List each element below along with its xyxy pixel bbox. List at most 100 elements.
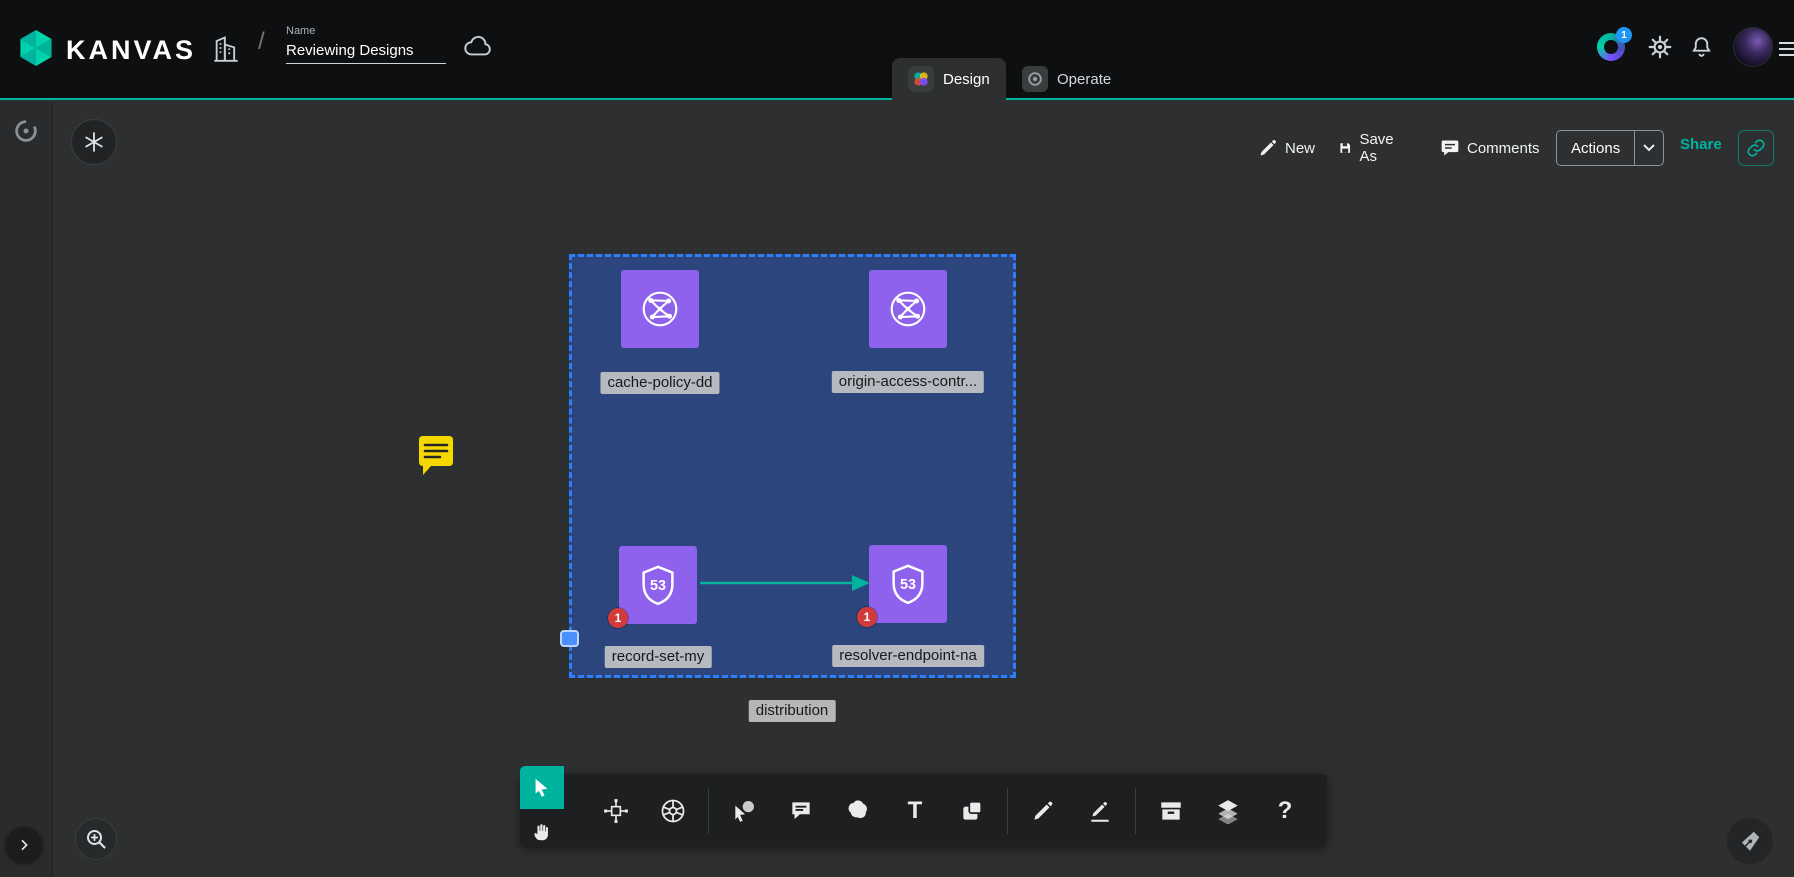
design-name-input[interactable] — [286, 40, 446, 64]
selection-handle[interactable] — [560, 630, 579, 647]
notification-count-badge: 1 — [1616, 27, 1632, 43]
share-button[interactable]: Share — [1680, 136, 1722, 153]
kanvas-logo-icon — [16, 28, 56, 73]
cloud-sync-icon[interactable] — [462, 34, 494, 63]
link-icon — [1746, 138, 1766, 158]
canvas-comment-marker[interactable] — [415, 434, 457, 485]
canvas-options-button[interactable] — [71, 119, 117, 165]
route53-shield-icon: 53 — [885, 561, 931, 607]
tab-operate[interactable]: Operate — [1006, 58, 1127, 100]
comment-icon — [788, 798, 814, 824]
comment-icon — [1440, 138, 1460, 158]
toolbar-divider — [708, 788, 709, 834]
brand-logo[interactable]: KANVAS — [16, 28, 196, 73]
hamburger-menu-icon[interactable] — [1779, 38, 1794, 60]
chevron-down-icon[interactable] — [1635, 131, 1663, 165]
layers-icon — [1215, 798, 1241, 824]
floppy-icon — [1338, 138, 1352, 158]
comment-tool-button[interactable] — [779, 789, 823, 833]
operate-tab-label: Operate — [1057, 71, 1111, 88]
error-badge-record-set[interactable]: 1 — [608, 608, 628, 628]
connection-arrow[interactable] — [697, 570, 877, 596]
chevron-right-icon — [16, 837, 32, 853]
bottom-toolbar: T — [520, 766, 1330, 854]
pencil-icon — [1030, 798, 1056, 824]
design-tab-label: Design — [943, 71, 990, 88]
extensions-wheel-button[interactable]: 1 — [1597, 33, 1625, 61]
tab-design[interactable]: Design — [892, 58, 1006, 100]
bell-icon — [1689, 34, 1714, 59]
archive-tool-button[interactable] — [1149, 789, 1193, 833]
node-label-cache-policy: cache-policy-dd — [600, 372, 719, 394]
group-label-distribution: distribution — [749, 700, 836, 722]
node-cache-policy[interactable] — [621, 270, 699, 348]
brand-name: KANVAS — [66, 35, 196, 66]
select-tool-button[interactable] — [520, 766, 564, 809]
edit-tool-button[interactable] — [1078, 789, 1122, 833]
node-label-record-set: record-set-my — [605, 646, 712, 668]
user-avatar[interactable] — [1733, 27, 1773, 67]
edit-pen-icon — [1087, 798, 1113, 824]
actions-button-label: Actions — [1557, 131, 1634, 165]
design-name-field: Name — [286, 25, 446, 64]
save-as-button-label: Save As — [1359, 131, 1399, 165]
blob-shape-icon — [845, 798, 871, 824]
svg-text:53: 53 — [650, 578, 666, 594]
shapes-cursor-icon — [731, 798, 757, 824]
blob-tool-button[interactable] — [836, 789, 880, 833]
node-resolver-endpoint[interactable]: 53 — [869, 545, 947, 623]
cursor-arrow-icon — [531, 777, 553, 799]
zoom-in-button[interactable] — [75, 818, 117, 860]
app-header: KANVAS / Name Design — [0, 0, 1794, 100]
cloudfront-network-icon — [885, 286, 931, 332]
node-record-set[interactable]: 53 — [619, 546, 697, 624]
notifications-bell-button[interactable] — [1689, 34, 1714, 64]
component-icon — [603, 798, 629, 824]
pen-nib-icon — [1737, 828, 1763, 854]
comments-button[interactable]: Comments — [1440, 133, 1540, 163]
pencil-icon — [1258, 138, 1278, 158]
operate-tab-icon — [1022, 66, 1048, 92]
text-tool-button[interactable]: T — [893, 789, 937, 833]
kubernetes-tool-button[interactable] — [651, 789, 695, 833]
media-icon — [959, 798, 985, 824]
archive-drawer-icon — [1158, 798, 1184, 824]
media-tool-button[interactable] — [950, 789, 994, 833]
new-button[interactable]: New — [1258, 133, 1315, 163]
pan-tool-button[interactable] — [520, 809, 564, 854]
gear-icon — [1647, 34, 1673, 60]
organization-icon[interactable] — [212, 32, 240, 69]
svg-text:53: 53 — [900, 577, 916, 593]
name-field-label: Name — [286, 25, 446, 37]
layers-tool-button[interactable] — [1206, 789, 1250, 833]
node-label-origin-access: origin-access-contr... — [832, 371, 984, 393]
node-label-resolver-endpoint: resolver-endpoint-na — [832, 645, 984, 667]
component-tool-button[interactable] — [594, 789, 638, 833]
hand-icon — [531, 821, 553, 843]
cloudfront-network-icon — [637, 286, 683, 332]
kubernetes-wheel-icon — [659, 797, 687, 825]
sidebar-expand-button[interactable] — [6, 827, 42, 863]
actions-dropdown-button[interactable]: Actions — [1556, 130, 1664, 166]
snowflake-icon — [82, 130, 106, 154]
kanvas-app: { "header": { "logo_text": "KANVAS", "br… — [0, 0, 1794, 877]
route53-shield-icon: 53 — [635, 562, 681, 608]
pen-mode-button[interactable] — [1727, 818, 1773, 864]
magnifier-plus-icon — [84, 827, 108, 851]
meshery-swirl-icon[interactable] — [11, 116, 41, 151]
left-sidebar — [0, 102, 53, 877]
copy-link-button[interactable] — [1738, 130, 1774, 166]
design-tab-icon — [908, 66, 934, 92]
error-badge-resolver-endpoint[interactable]: 1 — [857, 607, 877, 627]
shapes-tool-button[interactable] — [722, 789, 766, 833]
comment-note-icon — [415, 434, 457, 480]
help-tool-button[interactable]: ? — [1263, 789, 1307, 833]
pencil-tool-button[interactable] — [1021, 789, 1065, 833]
save-as-button[interactable]: Save As — [1338, 133, 1399, 163]
settings-button[interactable] — [1647, 34, 1673, 65]
new-button-label: New — [1285, 140, 1315, 157]
node-origin-access-control[interactable] — [869, 270, 947, 348]
breadcrumb-separator: / — [258, 28, 265, 56]
help-tool-glyph: ? — [1278, 797, 1293, 825]
toolbar-divider — [1007, 788, 1008, 834]
